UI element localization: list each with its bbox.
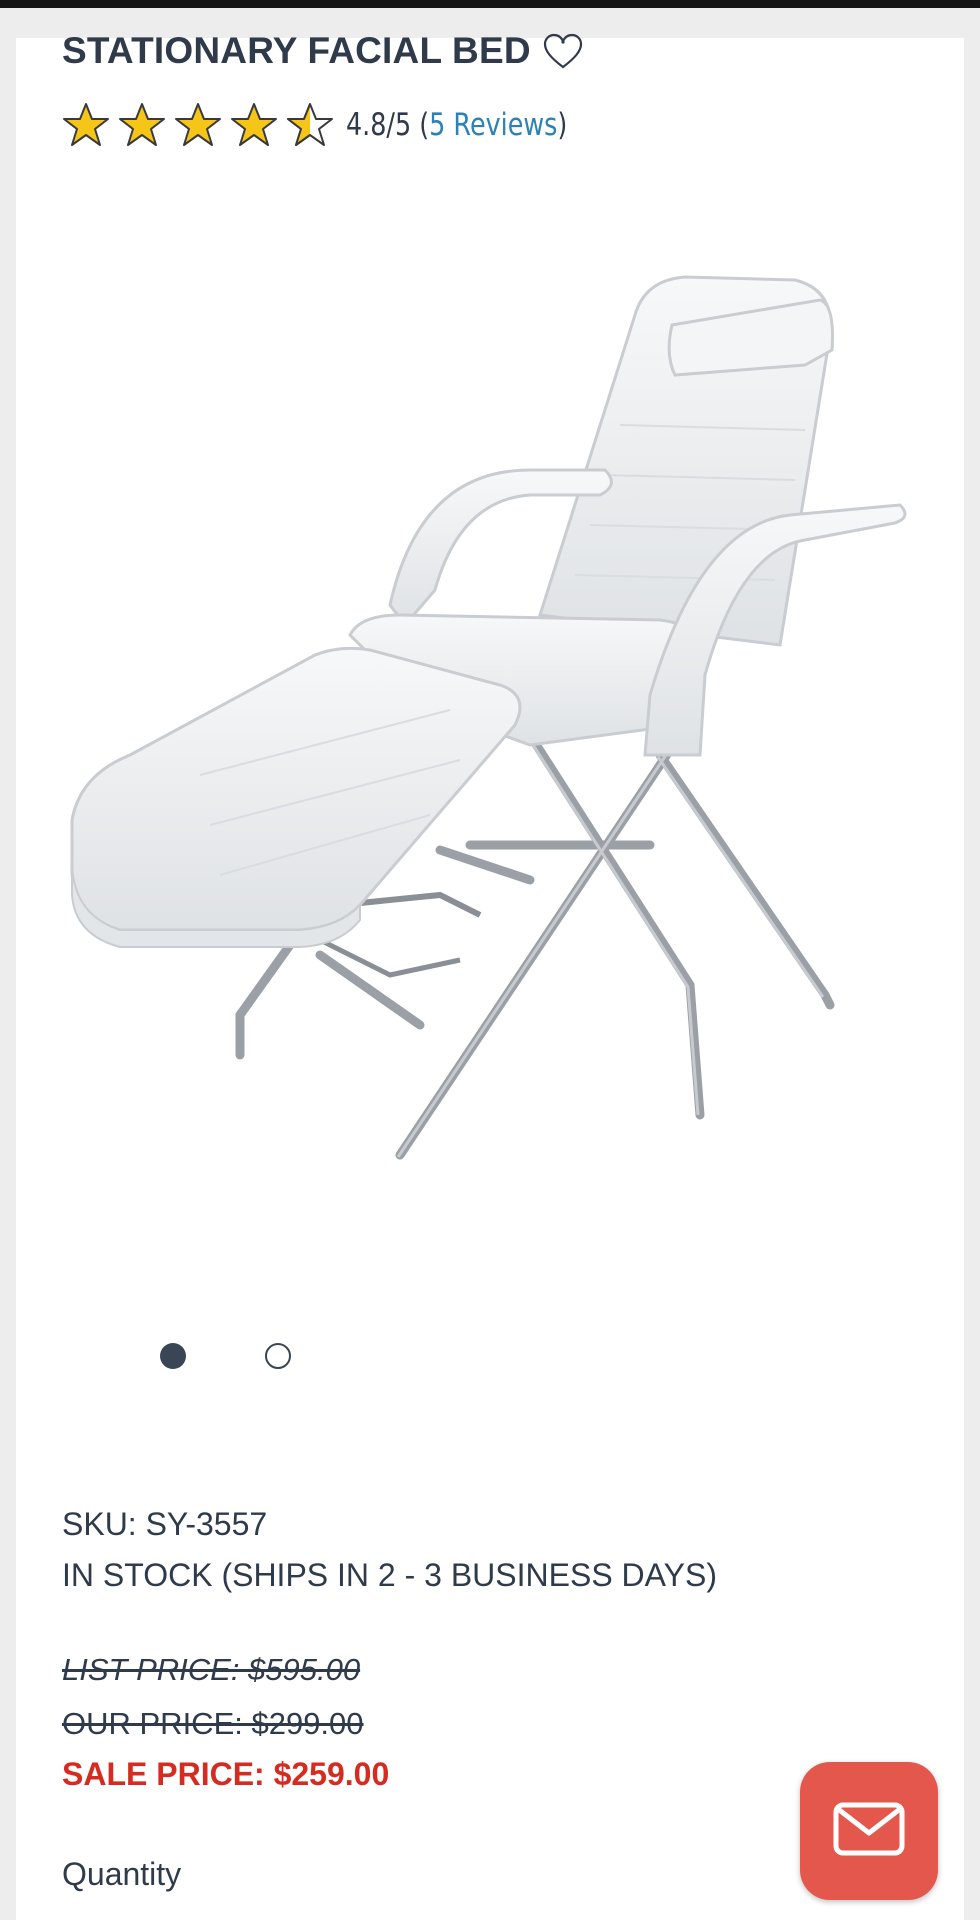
heart-icon[interactable] — [541, 31, 585, 71]
rating-row: 4.8/5 (5 Reviews) — [62, 102, 616, 148]
quantity-label: Quantity — [62, 1856, 182, 1892]
product-header: STATIONARY FACIAL BED — [62, 30, 585, 72]
chat-button[interactable] — [800, 1762, 938, 1900]
carousel-dot-1[interactable] — [160, 1343, 186, 1369]
star-icon — [174, 102, 222, 148]
sku-text: SKU: SY-3557 — [62, 1506, 268, 1542]
star-icon — [118, 102, 166, 148]
stock-status: IN STOCK (SHIPS IN 2 - 3 BUSINESS DAYS) — [62, 1557, 717, 1593]
list-price: LIST PRICE: $595.00 — [62, 1652, 361, 1687]
envelope-icon — [832, 1801, 906, 1862]
rating-summary: 4.8/5 (5 Reviews) — [346, 107, 567, 143]
reviews-link[interactable]: 5 Reviews — [429, 107, 557, 143]
sale-price: SALE PRICE: $259.00 — [62, 1756, 390, 1792]
carousel-dot-2[interactable] — [265, 1343, 291, 1369]
status-bar — [0, 0, 980, 8]
rating-value: 4.8/5 — [346, 107, 412, 143]
reviews-close-paren: ) — [557, 107, 568, 143]
product-title: STATIONARY FACIAL BED — [62, 30, 531, 71]
half-star-icon — [286, 102, 334, 148]
our-price: OUR PRICE: $299.00 — [62, 1706, 364, 1741]
star-icon — [230, 102, 278, 148]
product-image[interactable] — [60, 255, 920, 1195]
star-icon — [62, 102, 110, 148]
reviews-open-paren: ( — [419, 107, 430, 143]
